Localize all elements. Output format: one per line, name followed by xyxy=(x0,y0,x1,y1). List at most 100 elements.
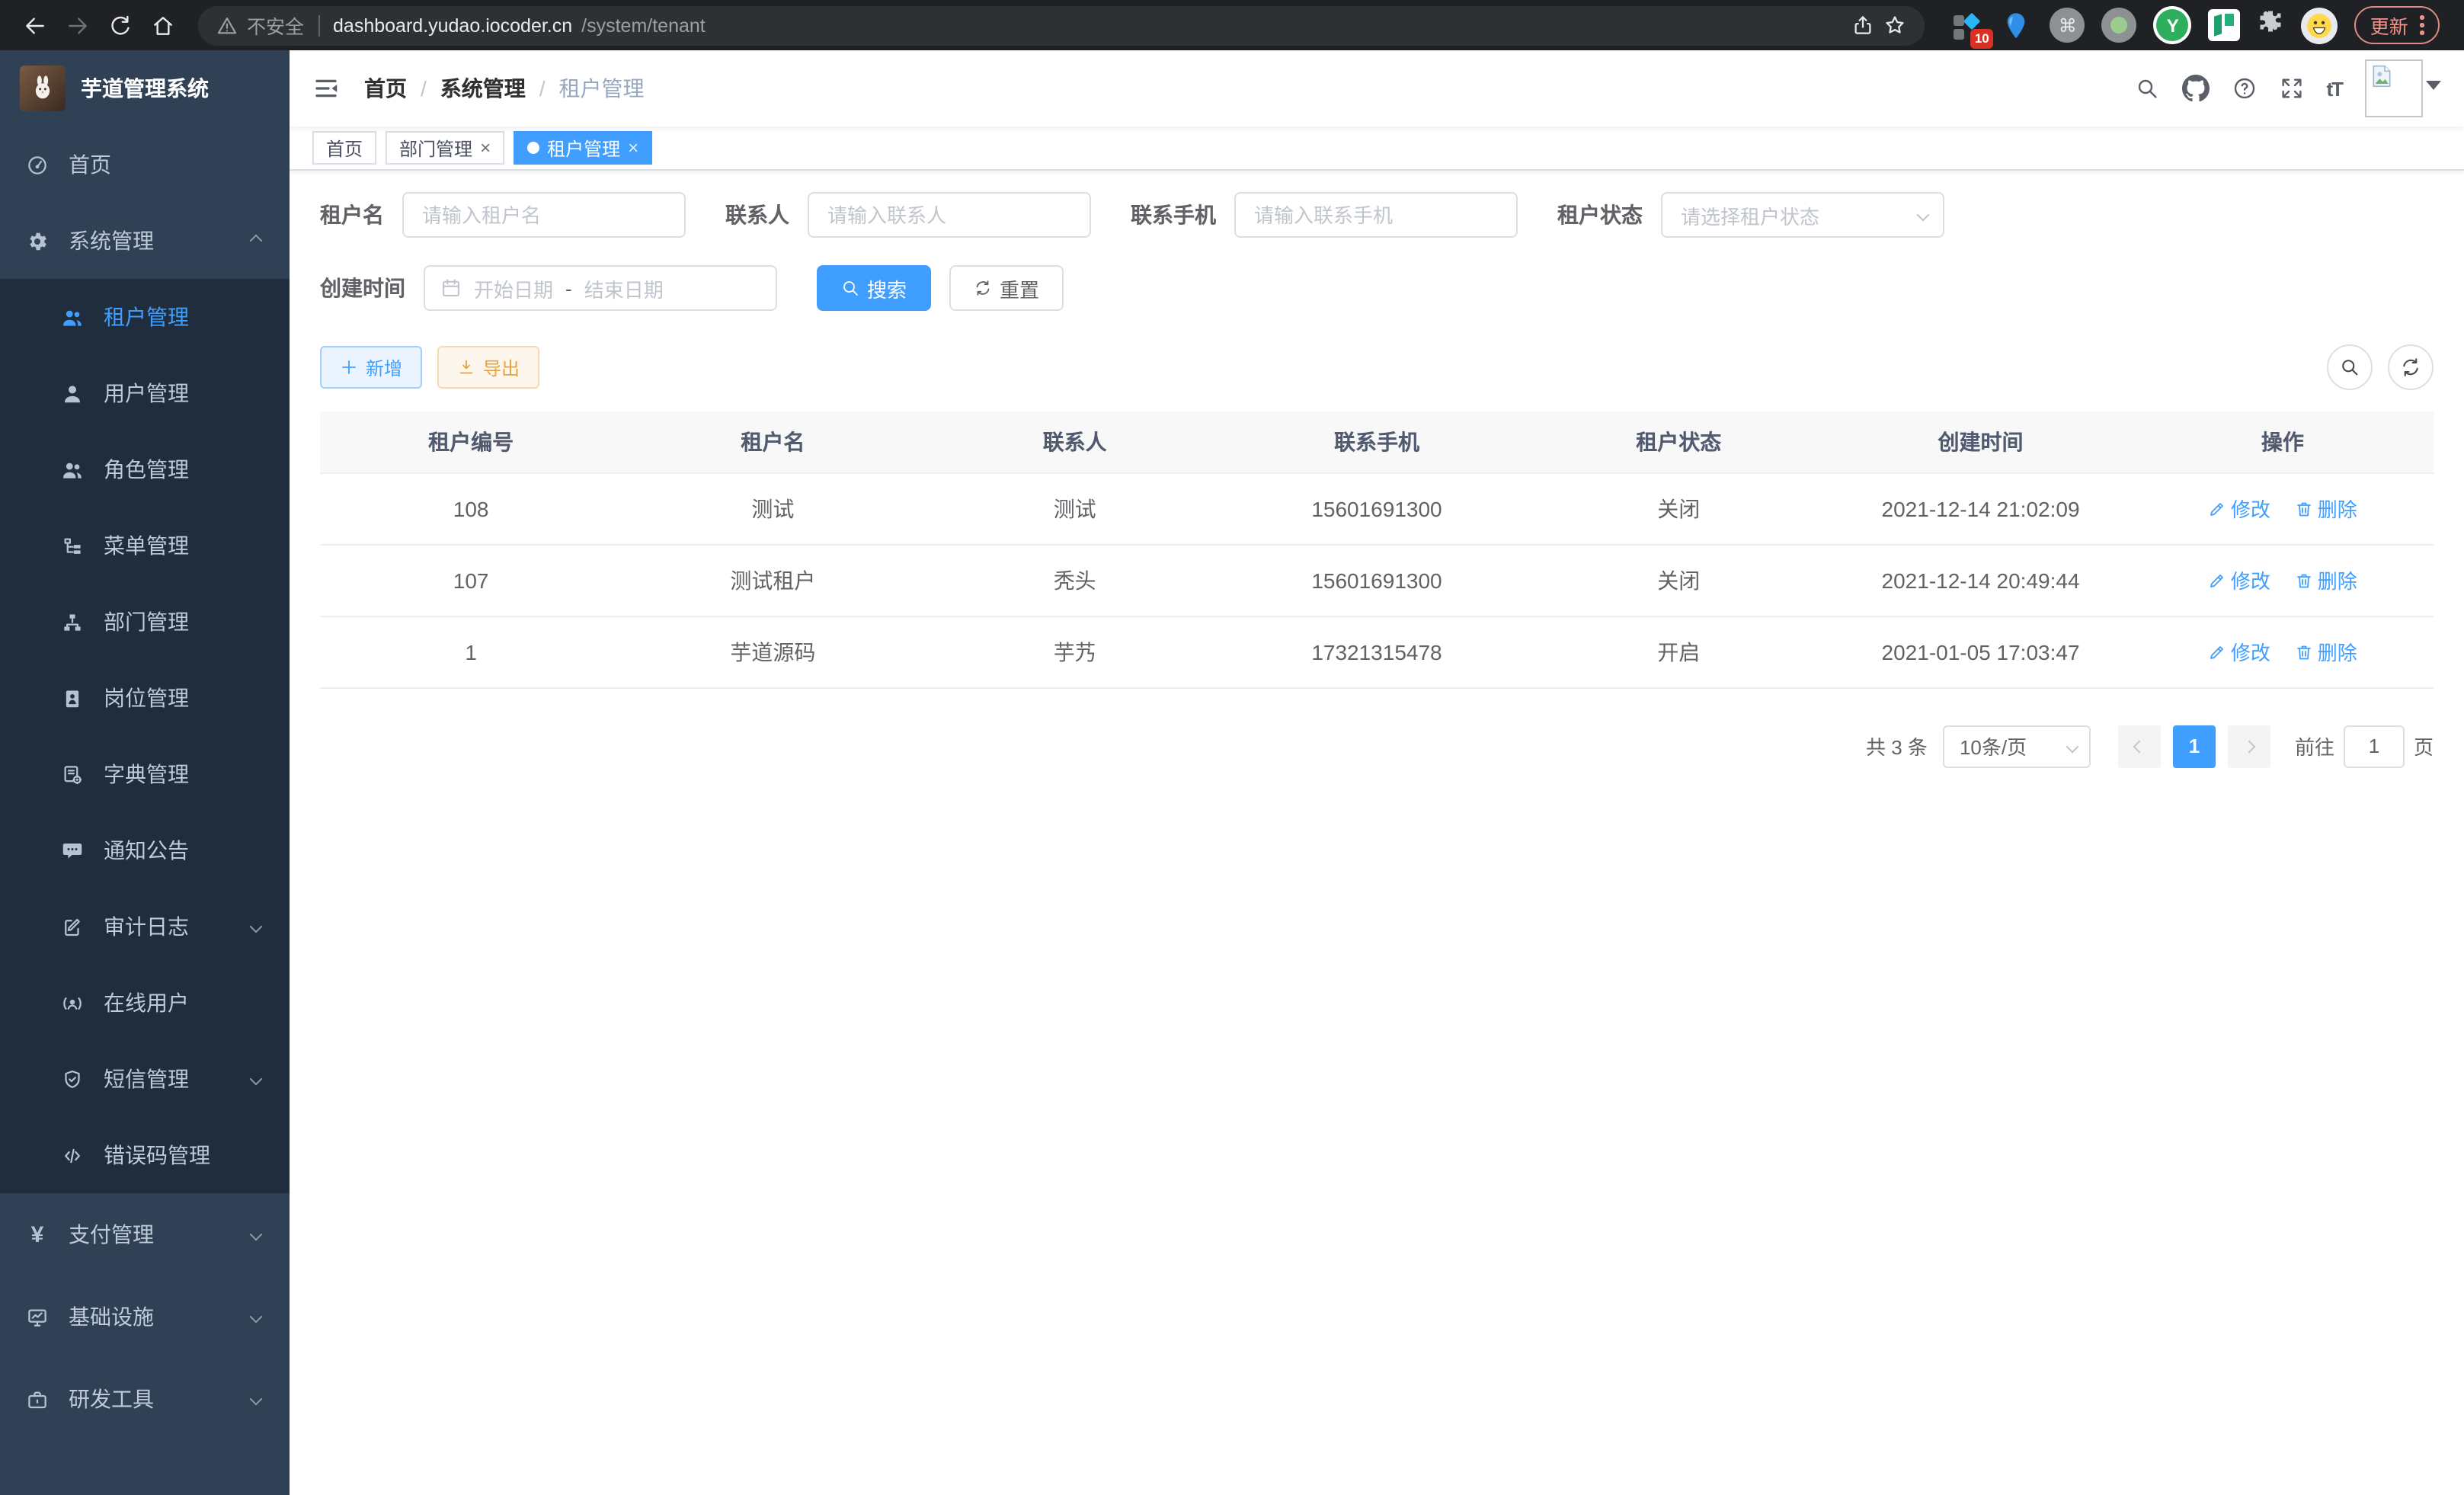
browser-back-button[interactable] xyxy=(15,5,55,45)
post-badge-icon xyxy=(61,687,84,709)
chevron-down-icon xyxy=(250,1073,263,1086)
kanban-extension-icon[interactable] xyxy=(2209,9,2241,41)
command-extension-icon[interactable]: ⌘ xyxy=(2050,8,2085,43)
url-domain: dashboard.yudao.iocoder.cn xyxy=(333,14,572,36)
balloon-extension-icon[interactable] xyxy=(2000,8,2034,42)
end-date-placeholder: 结束日期 xyxy=(584,274,664,303)
col-status: 租户状态 xyxy=(1528,411,1829,472)
close-icon[interactable]: × xyxy=(628,139,638,157)
chevron-down-icon xyxy=(250,1228,263,1241)
sidebar-item-dev-tools[interactable]: 研发工具 xyxy=(0,1358,290,1440)
col-tenant-name: 租户名 xyxy=(622,411,923,472)
github-icon[interactable] xyxy=(2181,75,2209,102)
dev-tools-icon xyxy=(26,1388,49,1410)
browser-update-button[interactable]: 更新 xyxy=(2355,6,2440,44)
chevron-down-icon xyxy=(250,920,263,933)
main-area: 首页 / 系统管理 / 租户管理 tT xyxy=(290,50,2464,1495)
dashboard-icon xyxy=(26,153,49,176)
extensions-puzzle-icon[interactable] xyxy=(2258,8,2285,43)
refresh-icon-button[interactable] xyxy=(2388,344,2434,390)
col-created: 创建时间 xyxy=(1829,411,2131,472)
sidebar-item-online-users[interactable]: 在线用户 xyxy=(0,965,290,1041)
create-time-label: 创建时间 xyxy=(320,273,424,303)
browser-forward-button[interactable] xyxy=(58,5,98,45)
delete-link[interactable]: 删除 xyxy=(2295,565,2357,594)
menu-tree-icon xyxy=(61,534,84,557)
next-page-button[interactable] xyxy=(2228,725,2270,767)
sidebar-item-system[interactable]: 系统管理 xyxy=(0,203,290,279)
search-icon[interactable] xyxy=(2134,76,2158,101)
profile-avatar[interactable] xyxy=(2302,7,2338,43)
app-logo-row[interactable]: 芋道管理系统 xyxy=(0,50,290,126)
bookmark-star-icon[interactable] xyxy=(1884,14,1907,37)
goto-page-input[interactable] xyxy=(2344,725,2405,767)
sidebar-item-notice[interactable]: 通知公告 xyxy=(0,812,290,888)
sidebar-item-tenant-management[interactable]: 租户管理 xyxy=(0,279,290,355)
show-search-icon-button[interactable] xyxy=(2327,344,2373,390)
browser-menu-icon[interactable] xyxy=(2421,15,2424,35)
col-contact: 联系人 xyxy=(924,411,1226,472)
sidebar-fold-icon[interactable] xyxy=(312,75,340,102)
col-actions: 操作 xyxy=(2132,411,2434,472)
avatar-dropdown-caret[interactable] xyxy=(2426,81,2441,90)
sidebar-item-user-management[interactable]: 用户管理 xyxy=(0,355,290,431)
tab-tenant-management[interactable]: 租户管理 × xyxy=(514,131,652,165)
share-icon[interactable] xyxy=(1852,14,1875,37)
page-size-select[interactable]: 10条/页 xyxy=(1943,725,2091,767)
audit-log-icon xyxy=(61,915,84,938)
sms-shield-icon xyxy=(61,1068,84,1090)
page-number-1[interactable]: 1 xyxy=(2173,725,2216,767)
tab-home[interactable]: 首页 xyxy=(312,131,376,165)
security-warning-icon[interactable] xyxy=(216,14,238,36)
tenant-page: 租户名 联系人 联系手机 租户状态 请选择租户状态 xyxy=(290,171,2464,1495)
dot-extension-icon[interactable] xyxy=(2102,8,2137,43)
search-button[interactable]: 搜索 xyxy=(817,265,931,311)
sidebar-item-post-management[interactable]: 岗位管理 xyxy=(0,660,290,736)
edit-link[interactable]: 修改 xyxy=(2208,565,2270,594)
sidebar-item-role-management[interactable]: 角色管理 xyxy=(0,431,290,507)
sidebar-item-dict-management[interactable]: 字典管理 xyxy=(0,736,290,812)
reset-button[interactable]: 重置 xyxy=(949,265,1064,311)
font-size-icon[interactable]: tT xyxy=(2326,77,2342,100)
sidebar-item-dept-management[interactable]: 部门管理 xyxy=(0,584,290,660)
edit-link[interactable]: 修改 xyxy=(2208,494,2270,523)
y-extension-icon[interactable]: Y xyxy=(2154,6,2192,44)
tenant-name-input[interactable] xyxy=(402,192,686,238)
extensions-area: 10 ⌘ Y 更新 xyxy=(1950,6,2440,44)
status-text: 关闭 xyxy=(1528,544,1829,616)
user-icon xyxy=(61,382,84,405)
sidebar-item-audit-log[interactable]: 审计日志 xyxy=(0,888,290,965)
sidebar-item-home[interactable]: 首页 xyxy=(0,126,290,203)
breadcrumb-system[interactable]: 系统管理 xyxy=(440,73,526,104)
breadcrumb-home[interactable]: 首页 xyxy=(364,73,407,104)
org-tree-icon xyxy=(61,610,84,633)
fullscreen-icon[interactable] xyxy=(2279,76,2303,101)
sidebar-item-sms-management[interactable]: 短信管理 xyxy=(0,1041,290,1117)
tab-dept-management[interactable]: 部门管理 × xyxy=(386,131,504,165)
help-icon[interactable] xyxy=(2232,76,2256,101)
browser-home-button[interactable] xyxy=(143,5,183,45)
phone-input[interactable] xyxy=(1234,192,1518,238)
contact-input[interactable] xyxy=(808,192,1091,238)
sidebar-item-error-code[interactable]: 错误码管理 xyxy=(0,1117,290,1193)
export-button[interactable]: 导出 xyxy=(437,346,539,389)
address-bar[interactable]: 不安全 dashboard.yudao.iocoder.cn/system/te… xyxy=(198,5,1925,45)
dictionary-icon xyxy=(61,763,84,786)
browser-reload-button[interactable] xyxy=(101,5,140,45)
delete-link[interactable]: 删除 xyxy=(2295,637,2357,666)
delete-link[interactable]: 删除 xyxy=(2295,494,2357,523)
add-button[interactable]: 新增 xyxy=(320,346,422,389)
user-avatar[interactable] xyxy=(2365,59,2423,117)
prev-page-button[interactable] xyxy=(2118,725,2161,767)
status-select[interactable]: 请选择租户状态 xyxy=(1661,192,1944,238)
edit-link[interactable]: 修改 xyxy=(2208,637,2270,666)
filter-row-1: 租户名 联系人 联系手机 租户状态 请选择租户状态 xyxy=(320,192,2434,238)
status-text: 开启 xyxy=(1528,616,1829,687)
browser-window: 不安全 dashboard.yudao.iocoder.cn/system/te… xyxy=(0,0,2464,1495)
extension-squares-icon[interactable]: 10 xyxy=(1950,8,1983,42)
sidebar-item-payment[interactable]: ¥ 支付管理 xyxy=(0,1193,290,1276)
sidebar-item-infrastructure[interactable]: 基础设施 xyxy=(0,1276,290,1358)
close-icon[interactable]: × xyxy=(480,139,491,157)
sidebar-item-menu-management[interactable]: 菜单管理 xyxy=(0,507,290,584)
create-time-range-picker[interactable]: 开始日期 - 结束日期 xyxy=(424,265,777,311)
